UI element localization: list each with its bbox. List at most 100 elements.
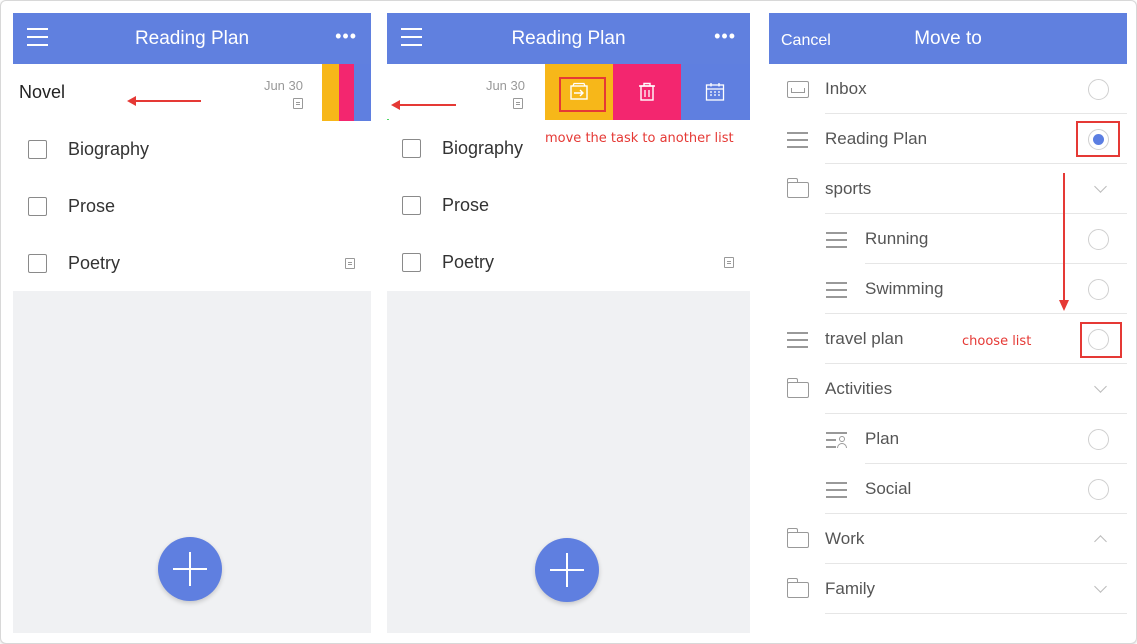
task-row[interactable]: Poetry (13, 235, 371, 292)
add-task-button[interactable] (535, 538, 599, 602)
folder-icon (786, 528, 809, 548)
trash-icon (639, 82, 655, 101)
chevron-down-icon[interactable] (1094, 180, 1107, 193)
task-label: Biography (442, 138, 524, 158)
task-due-date: Jun 30 (263, 78, 303, 93)
panel-swipe-actions: Reading Plan ••• Jun 30 Biography move t… (387, 13, 750, 633)
folder-option-sports[interactable]: sports (769, 164, 1127, 214)
delete-task-button[interactable] (613, 64, 681, 121)
app-header: Reading Plan ••• (13, 13, 371, 64)
list-option-label: travel plan (825, 329, 904, 348)
task-row[interactable]: Biography (387, 120, 750, 177)
folder-option-label: Activities (825, 379, 893, 398)
task-row-swiped[interactable]: Novel Jun 30 (13, 64, 371, 121)
add-task-button[interactable] (158, 537, 222, 601)
list-option-inbox[interactable]: Inbox (769, 64, 1127, 114)
task-label: Poetry (68, 253, 121, 273)
list-option-label: Reading Plan (825, 129, 928, 148)
chevron-down-icon[interactable] (1094, 380, 1107, 393)
task-row-swiped[interactable]: Jun 30 (387, 64, 545, 121)
app-header: Reading Plan ••• (387, 13, 750, 64)
radio-button[interactable] (1088, 279, 1109, 300)
move-action-peek[interactable] (322, 64, 339, 121)
radio-button[interactable] (1088, 429, 1109, 450)
move-to-title: Move to (914, 28, 982, 49)
swipe-left-arrow (127, 96, 201, 106)
folder-option-label: Work (825, 529, 865, 548)
annotation-arrowhead (1059, 300, 1069, 311)
chevron-down-icon[interactable] (1094, 580, 1107, 593)
task-label: Biography (68, 139, 150, 159)
task-checkbox[interactable] (28, 140, 47, 159)
task-label: Prose (442, 195, 490, 215)
list-option-swimming[interactable]: Swimming (769, 264, 1127, 314)
radio-button[interactable] (1088, 479, 1109, 500)
screenshot-frame: Reading Plan ••• Novel Jun 30 Biography … (0, 0, 1137, 644)
folder-option-activities[interactable]: Activities (769, 364, 1127, 414)
annotation-choose-list: choose list (962, 334, 1032, 349)
list-title: Reading Plan (511, 28, 626, 49)
highlight-box (559, 77, 606, 112)
note-icon (293, 98, 303, 109)
move-to-header: Cancel Move to (769, 13, 1127, 64)
folder-option-family[interactable]: Family (769, 564, 1127, 614)
delete-action-peek[interactable] (339, 64, 354, 121)
folder-icon (786, 178, 809, 198)
swipe-left-arrow (391, 100, 456, 110)
annotation-move-task: move the task to another list (545, 131, 734, 146)
list-icon (787, 129, 809, 149)
list-option-label: Social (865, 479, 912, 498)
list-option-plan[interactable]: Plan (769, 414, 1127, 464)
calendar-icon (705, 83, 725, 101)
task-row[interactable]: Prose (13, 178, 371, 235)
list-option-label: Running (865, 229, 929, 248)
task-row[interactable]: Prose (387, 177, 750, 234)
schedule-task-button[interactable] (681, 64, 750, 121)
more-icon[interactable]: ••• (714, 26, 736, 46)
task-checkbox[interactable] (28, 197, 47, 216)
highlight-box (1076, 121, 1120, 157)
task-row[interactable]: Biography (13, 121, 371, 178)
list-option-label: Plan (865, 429, 900, 448)
list-option-label: Swimming (865, 279, 944, 298)
task-checkbox[interactable] (402, 139, 421, 158)
divider (825, 613, 1127, 614)
radio-button[interactable] (1088, 229, 1109, 250)
folder-option-label: sports (825, 179, 872, 198)
highlight-box (1080, 322, 1122, 358)
shared-list-icon (826, 429, 848, 449)
task-checkbox[interactable] (402, 253, 421, 272)
list-icon (826, 229, 848, 249)
list-option-travel-plan[interactable]: travel plan (769, 314, 1127, 364)
note-icon (513, 98, 523, 109)
list-option-label: Inbox (825, 79, 867, 98)
annotation-arrow-down (1063, 173, 1065, 303)
radio-button[interactable] (1088, 79, 1109, 100)
task-label: Novel (19, 82, 66, 102)
task-checkbox[interactable] (28, 254, 47, 273)
folder-icon (786, 378, 809, 398)
note-icon (724, 257, 734, 268)
note-icon (345, 258, 355, 269)
folder-option-label: Family (825, 579, 876, 598)
list-icon (826, 279, 848, 299)
task-row[interactable]: Poetry (387, 234, 750, 291)
task-label: Prose (68, 196, 116, 216)
inbox-icon (787, 81, 809, 98)
panel-move-to: Cancel Move to Inbox Reading Plan sports (769, 13, 1127, 633)
list-title: Reading Plan (134, 28, 250, 49)
list-option-reading-plan[interactable]: Reading Plan (769, 114, 1127, 164)
chevron-up-icon[interactable] (1094, 535, 1107, 548)
task-label: Poetry (442, 252, 495, 272)
schedule-action-peek[interactable] (354, 64, 371, 121)
more-icon[interactable]: ••• (335, 26, 357, 46)
list-option-social[interactable]: Social (769, 464, 1127, 514)
panel-swipe-start: Reading Plan ••• Novel Jun 30 Biography … (13, 13, 371, 633)
task-due-date: Jun 30 (485, 78, 525, 93)
list-icon (826, 479, 848, 499)
folder-option-work[interactable]: Work (769, 514, 1127, 564)
list-option-running[interactable]: Running (769, 214, 1127, 264)
list-icon (787, 329, 809, 349)
folder-icon (786, 578, 809, 598)
task-checkbox[interactable] (402, 196, 421, 215)
